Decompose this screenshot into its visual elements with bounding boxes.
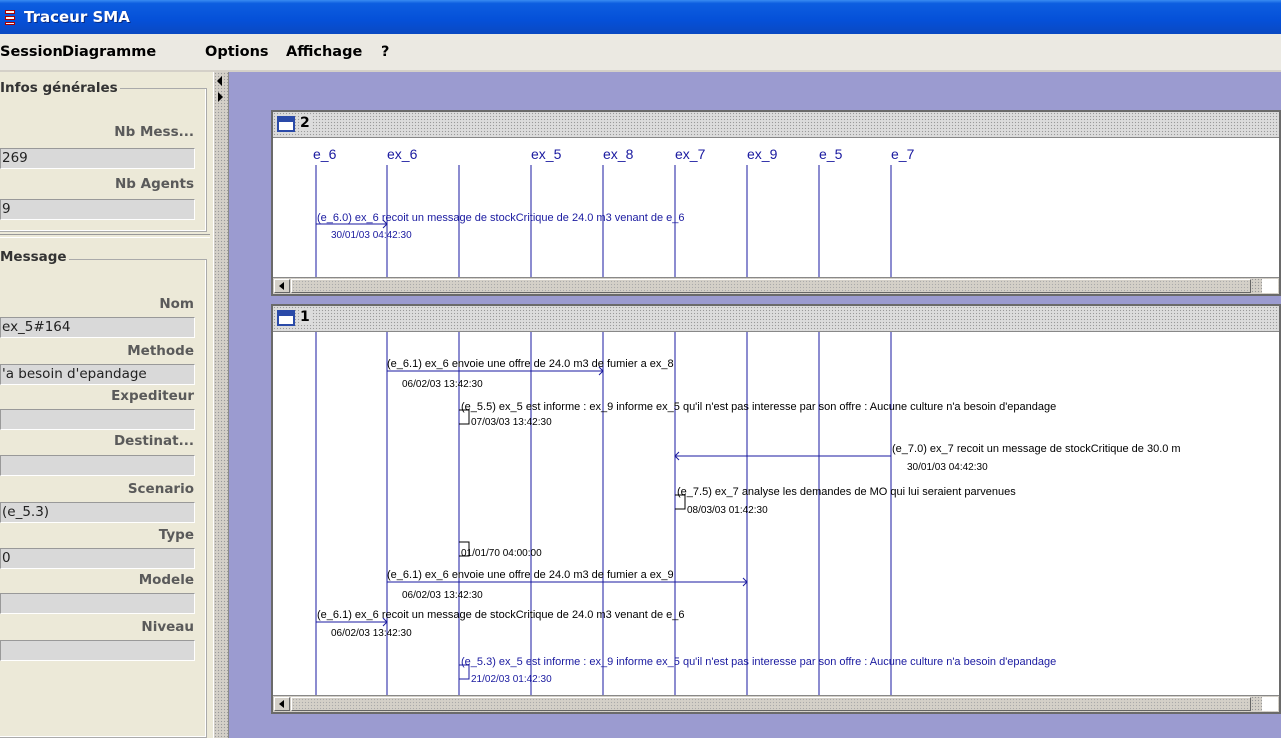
menu-bar: Session Diagramme Options Affichage ? [0,34,1281,70]
message-timestamp: 06/02/03 13:42:30 [402,379,483,390]
nb-mess-field[interactable]: 269 [0,148,195,169]
diagram-frame-2[interactable]: 2 e_6 ex_6 ex_5 ex_8 ex_7 ex_9 e_5 e_7 (… [271,110,1281,296]
infos-group-title: Infos générales [0,80,120,96]
frame-1-canvas: (e_6.1) ex_6 envoie une offre de 24.0 m3… [273,332,1279,696]
frame-1-hscrollbar[interactable] [273,695,1279,712]
agent-label-e_6: e_6 [313,146,337,162]
split-pane-divider[interactable] [213,72,229,738]
field-destinataire[interactable] [0,455,195,476]
scroll-thumb[interactable] [291,279,1251,293]
frame-icon [277,116,295,132]
frame-2-hscrollbar[interactable] [273,277,1279,294]
field-modele[interactable] [0,593,195,614]
field-methode[interactable]: 'a besoin d'epandage [0,364,195,385]
frame-2-titlebar[interactable]: 2 [273,112,1279,138]
message-label[interactable]: (e_5.5) ex_5 est informe : ex_9 informe … [461,401,1056,413]
field-label-nom: Nom [159,296,194,312]
scroll-thumb[interactable] [291,697,1251,711]
menu-help[interactable]: ? [381,44,389,60]
message-label[interactable]: (e_7.5) ex_7 analyse les demandes de MO … [677,486,1016,498]
message-label[interactable]: (e_6.1) ex_6 recoit un message de stockC… [317,609,685,621]
message-timestamp: 30/01/03 04:42:30 [907,462,988,473]
field-label-destinataire: Destinat... [113,433,194,449]
scroll-left-icon[interactable] [274,279,290,293]
menu-diagramme[interactable]: Diagramme [62,44,156,60]
agent-label-e_5: e_5 [819,146,843,162]
frame-1-title: 1 [300,309,312,325]
menu-affichage[interactable]: Affichage [286,44,362,60]
desktop-pane: 2 e_6 ex_6 ex_5 ex_8 ex_7 ex_9 e_5 e_7 (… [229,72,1281,738]
nb-mess-label: Nb Mess... [114,124,194,140]
field-niveau[interactable] [0,640,195,661]
collapse-left-icon[interactable] [217,76,222,86]
message-timestamp: 30/01/03 04:42:30 [331,230,412,241]
sequence-diagram-1: (e_6.1) ex_6 envoie une offre de 24.0 m3… [315,332,1181,696]
field-label-expediteur: Expediteur [111,388,194,404]
field-label-modele: Modele [138,572,194,588]
frame-2-title: 2 [300,115,312,131]
panel-divider [0,234,210,238]
expand-right-icon[interactable] [218,92,223,102]
field-scenario[interactable]: (e_5.3) [0,502,195,523]
diagram-frame-1[interactable]: 1 (e_6.1) ex_6 envoie une offre de 24.0 … [271,304,1281,714]
message-timestamp: 21/02/03 01:42:30 [471,674,552,685]
menu-options[interactable]: Options [205,44,269,60]
message-label[interactable]: (e_6.1) ex_6 envoie une offre de 24.0 m3… [387,569,674,581]
message-timestamp: 07/03/03 13:42:30 [471,417,552,428]
field-label-type: Type [158,527,194,543]
message-label[interactable]: (e_7.0) ex_7 recoit un message de stockC… [892,443,1181,455]
frame-icon [277,310,295,326]
frame-2-canvas: e_6 ex_6 ex_5 ex_8 ex_7 ex_9 e_5 e_7 (e_… [273,138,1279,278]
agent-label-ex_7: ex_7 [675,146,706,162]
app-icon [4,8,18,26]
message-label[interactable]: (e_6.1) ex_6 envoie une offre de 24.0 m3… [387,358,674,370]
window-titlebar[interactable]: Traceur SMA [0,0,1281,34]
info-panel: Infos générales Nb Mess... 269 Nb Agents… [0,72,213,738]
message-group-title: Message [0,249,69,265]
message-label[interactable]: (e_6.0) ex_6 recoit un message de stockC… [317,212,685,224]
scroll-left-icon[interactable] [274,697,290,711]
menu-session[interactable]: Session [0,44,63,60]
frame-1-titlebar[interactable]: 1 [273,306,1279,332]
nb-agents-label: Nb Agents [114,176,194,192]
agent-label-ex_5: ex_5 [531,146,562,162]
scroll-track-end [1262,697,1278,711]
message-timestamp: 01/01/70 04:00:00 [461,548,542,559]
window-title: Traceur SMA [24,8,130,26]
field-label-niveau: Niveau [141,619,194,635]
field-label-methode: Methode [127,343,194,359]
agent-label-ex_9: ex_9 [747,146,778,162]
sequence-diagram-2: e_6 ex_6 ex_5 ex_8 ex_7 ex_9 e_5 e_7 (e_… [313,146,915,278]
message-timestamp: 06/02/03 13:42:30 [402,590,483,601]
field-type[interactable]: 0 [0,548,195,569]
field-expediteur[interactable] [0,409,195,430]
field-nom[interactable]: ex_5#164 [0,317,195,338]
message-timestamp: 06/02/03 13:42:30 [331,628,412,639]
agent-label-e_7: e_7 [891,146,915,162]
agent-label-ex_6: ex_6 [387,146,418,162]
nb-agents-field[interactable]: 9 [0,199,195,220]
message-label[interactable]: (e_5.3) ex_5 est informe : ex_9 informe … [461,656,1056,668]
agent-label-ex_8: ex_8 [603,146,634,162]
field-label-scenario: Scenario [127,481,194,497]
scroll-track-end [1262,279,1278,293]
message-timestamp: 08/03/03 01:42:30 [687,505,768,516]
